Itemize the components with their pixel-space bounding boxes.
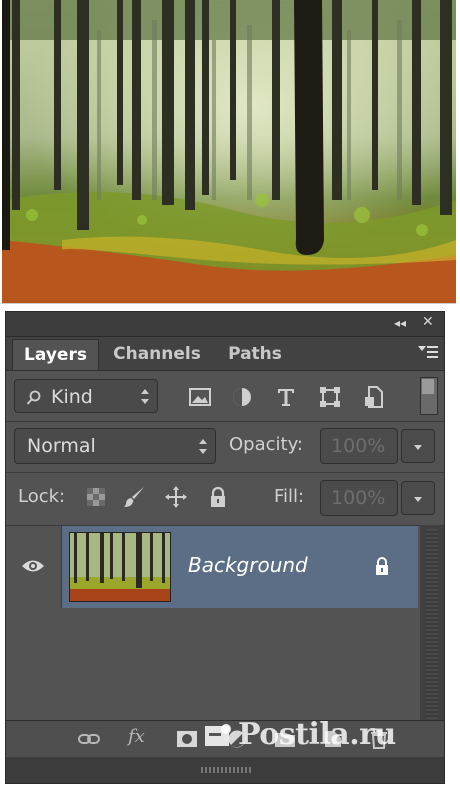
link-icon[interactable]	[78, 729, 100, 749]
panel-menu-icon[interactable]	[418, 346, 438, 360]
double-chevron-left-icon[interactable]: ◂◂	[394, 316, 406, 330]
filter-row: Kind	[6, 371, 444, 421]
smart-object-filter-icon[interactable]	[362, 385, 386, 409]
adjustment-filter-icon[interactable]	[230, 385, 254, 409]
layers-scrollbar[interactable]	[420, 525, 444, 725]
mask-icon[interactable]	[176, 729, 198, 749]
layer-visibility-toggle[interactable]	[6, 526, 62, 608]
forest-photo	[2, 0, 456, 304]
tab-channels[interactable]: Channels	[104, 339, 210, 370]
lock-label: Lock:	[18, 486, 66, 507]
layer-name[interactable]: Background	[188, 553, 308, 577]
tab-layers[interactable]: Layers	[12, 339, 99, 370]
fx-icon[interactable]: fx	[128, 726, 150, 747]
lock-position-icon[interactable]	[164, 485, 188, 509]
fill-dropdown-button[interactable]	[401, 481, 435, 515]
search-icon	[26, 390, 41, 405]
opacity-label: Opacity:	[229, 434, 303, 455]
lock-all-icon[interactable]	[206, 485, 230, 509]
kind-filter-value: Kind	[51, 386, 93, 408]
blend-mode-select[interactable]: Normal	[14, 428, 216, 464]
layers-panel: ◂◂ ✕ Layers Channels Paths Kind Normal O…	[5, 311, 445, 784]
fill-label: Fill:	[274, 486, 305, 507]
shape-filter-icon[interactable]	[318, 385, 342, 409]
lock-image-icon[interactable]	[122, 485, 146, 509]
panel-tab-bar: Layers Channels Paths	[6, 337, 444, 371]
close-icon[interactable]: ✕	[422, 315, 434, 329]
opacity-input[interactable]: 100%	[320, 428, 398, 464]
updown-arrows-icon	[141, 389, 149, 409]
blend-mode-value: Normal	[27, 435, 96, 457]
layer-thumbnail	[69, 532, 171, 602]
filter-toggle-switch[interactable]	[420, 377, 438, 415]
lock-row: Lock: Fill: 100%	[6, 473, 444, 525]
image-filter-icon[interactable]	[188, 385, 212, 409]
postila-logo-icon	[205, 724, 231, 746]
layer-row-background[interactable]: Background	[62, 526, 418, 608]
eye-icon	[22, 560, 44, 572]
panel-resize-grip[interactable]	[6, 757, 444, 783]
blend-row: Normal Opacity: 100%	[6, 422, 444, 472]
tab-paths[interactable]: Paths	[220, 339, 290, 370]
layer-lock-icon	[376, 557, 388, 575]
watermark-text: Postila.ru	[238, 717, 396, 752]
opacity-dropdown-button[interactable]	[401, 429, 435, 463]
lock-transparent-icon[interactable]	[86, 487, 106, 507]
updown-arrows-icon	[199, 439, 207, 459]
type-filter-icon[interactable]	[274, 385, 298, 409]
fill-input[interactable]: 100%	[320, 480, 398, 516]
panel-titlebar: ◂◂ ✕	[6, 312, 444, 337]
kind-filter-select[interactable]: Kind	[14, 379, 158, 413]
